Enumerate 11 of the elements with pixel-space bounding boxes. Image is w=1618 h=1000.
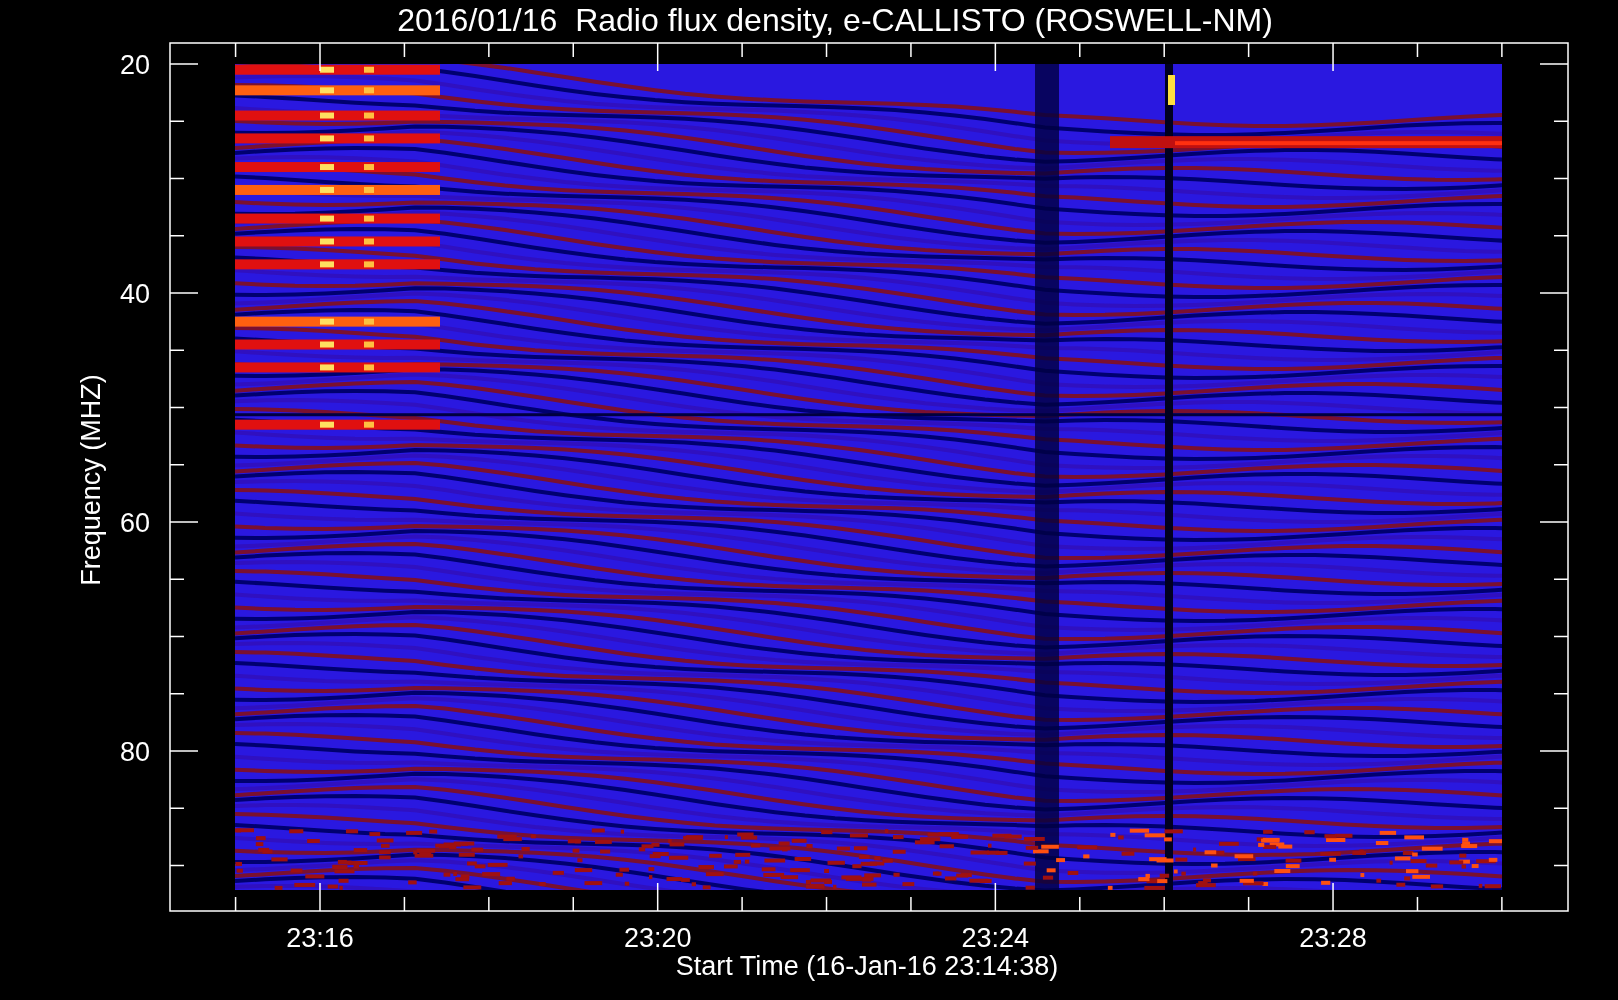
x-tick-label: 23:16 — [286, 923, 354, 953]
x-tick-label: 23:20 — [623, 923, 692, 953]
x-tick-label: 23:28 — [1299, 923, 1367, 953]
y-tick-label: 80 — [119, 737, 150, 767]
x-axis-label: Start Time (16-Jan-16 23:14:38) — [675, 951, 1059, 981]
y-axis-label: Frequency (MHZ) — [76, 374, 106, 586]
y-tick-label: 20 — [119, 50, 150, 80]
y-tick-label: 40 — [119, 279, 150, 309]
chart-title: 2016/01/16 Radio flux density, e-CALLISTO (ROSWELL-NM) — [397, 2, 1273, 38]
x-tick-label: 23:24 — [961, 923, 1030, 953]
y-tick-label: 60 — [119, 508, 150, 538]
